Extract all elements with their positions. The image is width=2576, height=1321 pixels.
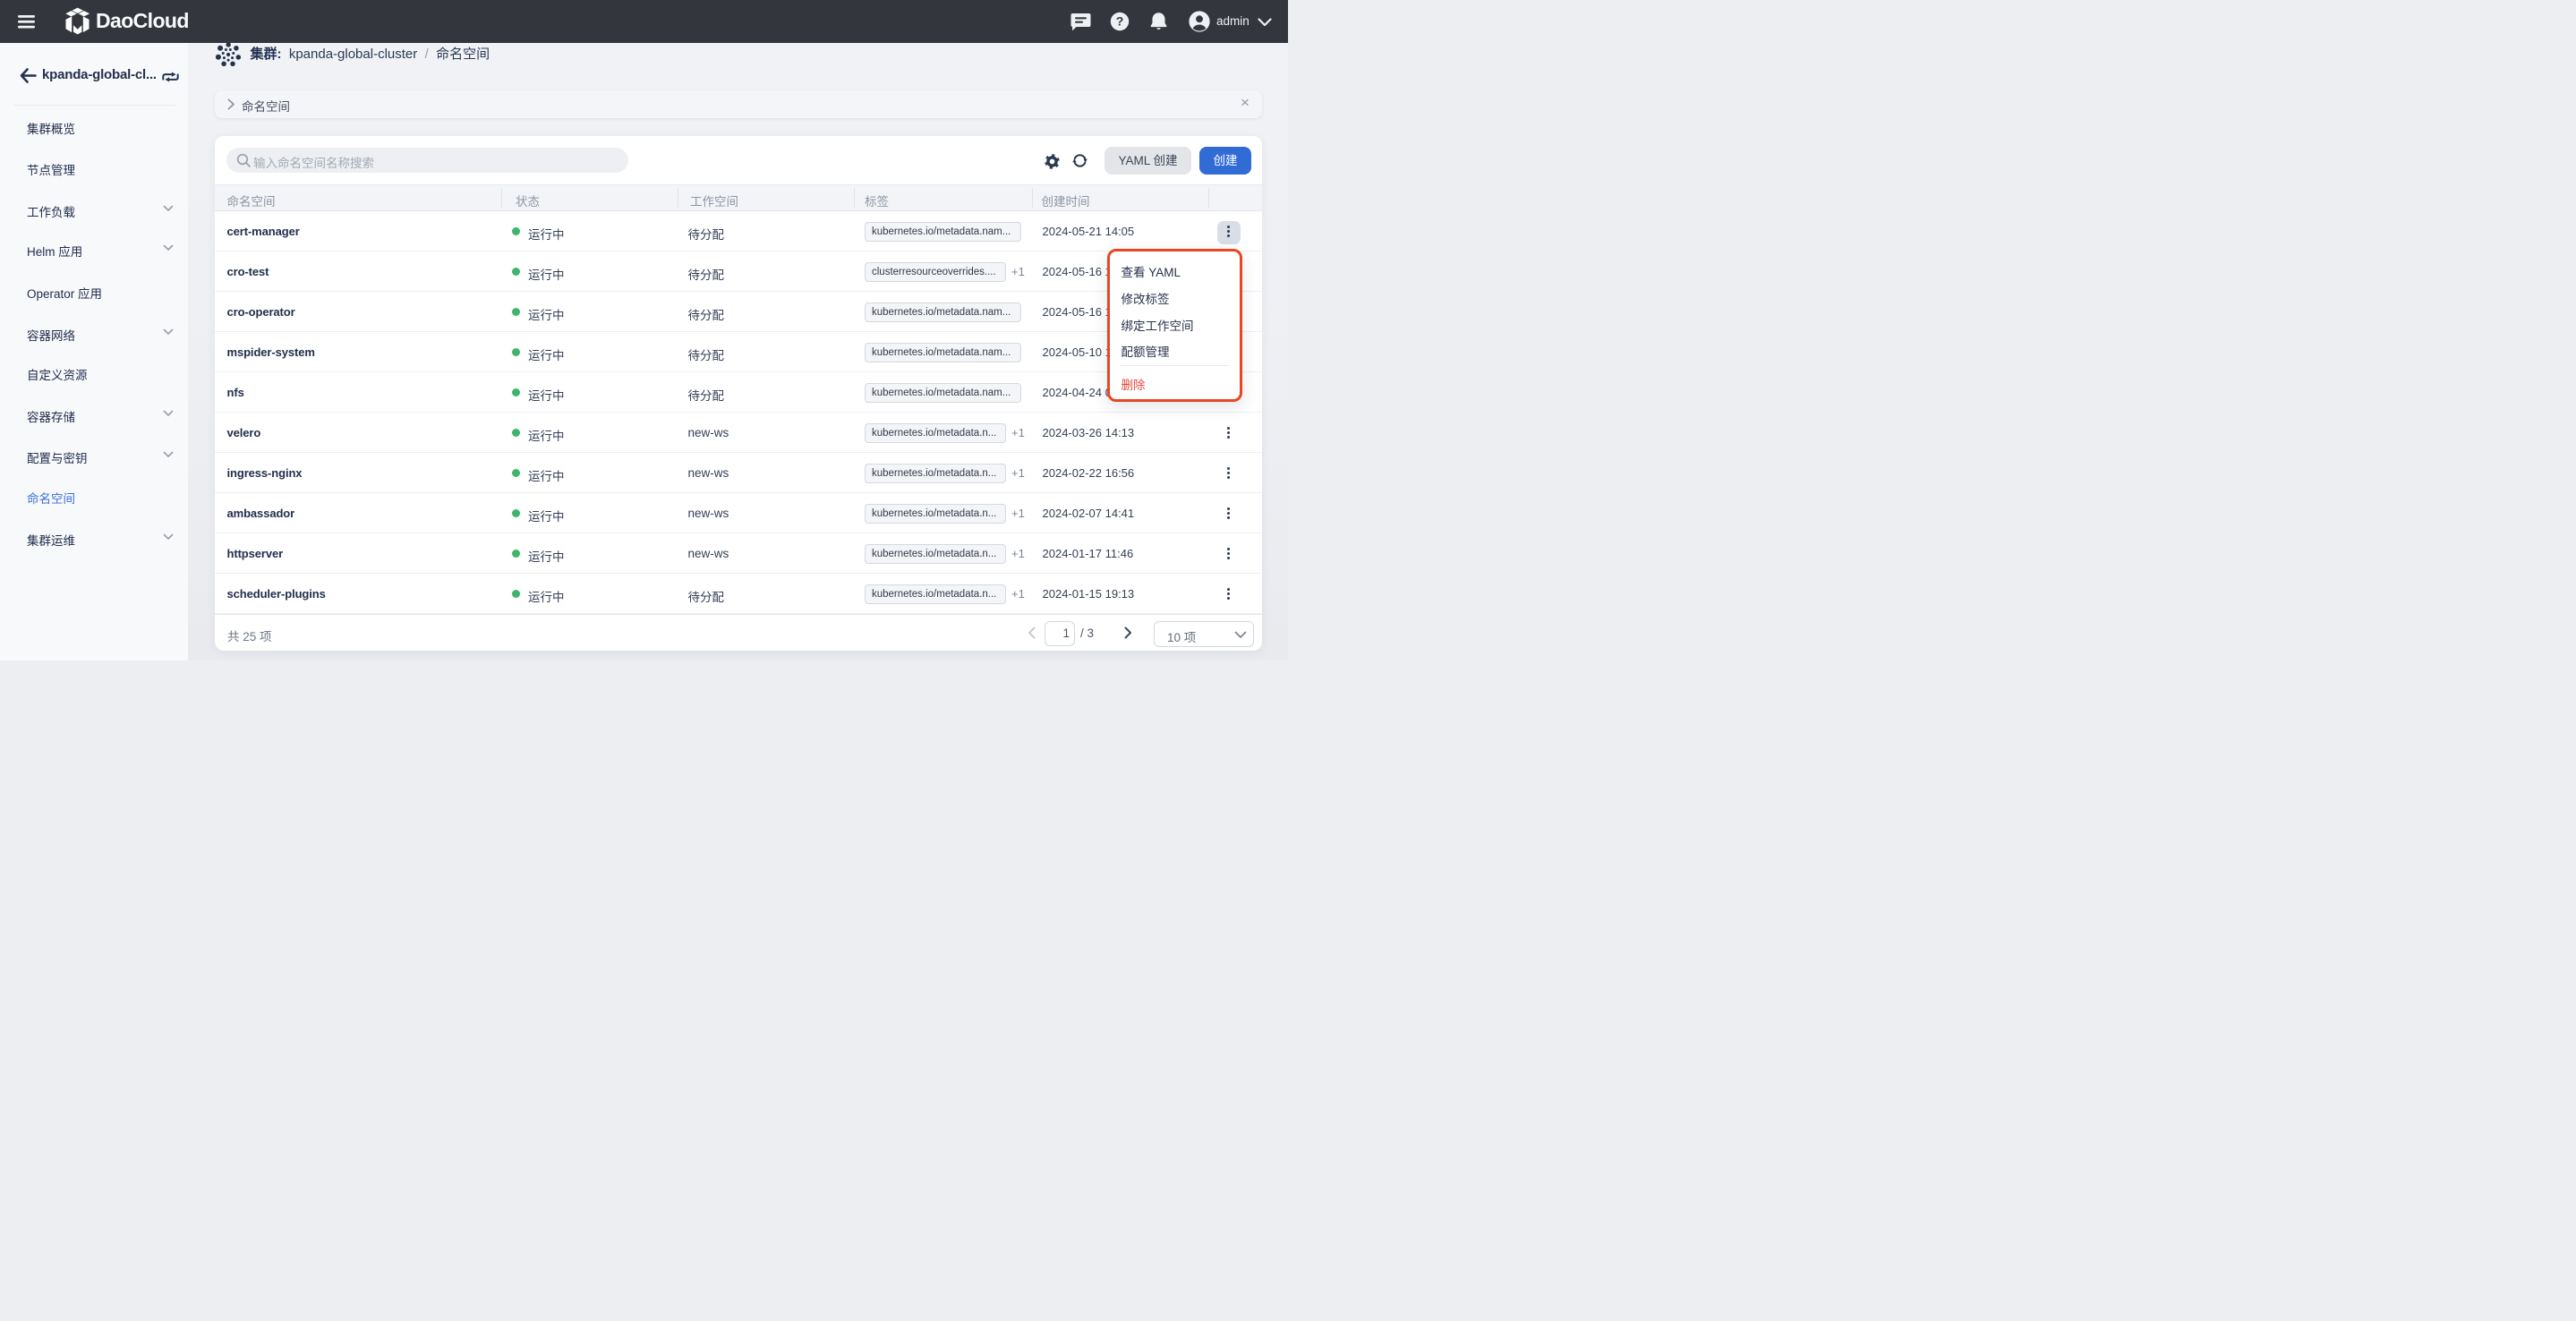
svg-text:?: ? (1116, 14, 1124, 29)
